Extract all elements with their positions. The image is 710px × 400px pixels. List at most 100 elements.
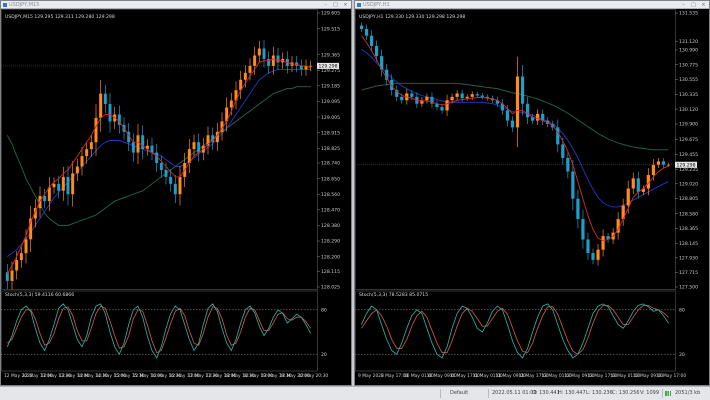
price-axis-label: 128.200: [321, 254, 340, 260]
candle-body: [465, 96, 469, 99]
moving-average-mid: [7, 68, 311, 258]
moving-average-mid: [361, 48, 669, 208]
maximize-icon[interactable]: □: [690, 1, 697, 9]
candle-body: [243, 72, 247, 80]
indicator-level-label: 20: [679, 352, 685, 358]
chart-symbol-info: USDJPY,M15 129.295 129.311 129.280 129.2…: [5, 14, 115, 20]
candle-body: [445, 100, 449, 111]
candle-body: [586, 239, 590, 254]
indicator-label: Stoch(5,3,3) 59.4116 60.6866: [5, 292, 74, 298]
candle-body: [43, 195, 47, 202]
indicator-level-label: 80: [679, 308, 685, 314]
candle-body: [257, 48, 261, 56]
price-axis-label: 129.675: [679, 137, 698, 143]
maximize-icon[interactable]: □: [332, 1, 339, 9]
price-axis-label: 131.120: [679, 39, 698, 45]
price-axis-label: 130.555: [679, 77, 698, 83]
price-axis-label: 128.805: [679, 196, 698, 202]
price-axis-label: 128.380: [321, 223, 340, 229]
chart-plot-area[interactable]: 131.535 131.120 130.990 130.775 130.555 130.3…: [355, 9, 709, 385]
price-axis-label: 128.560: [321, 192, 340, 198]
moving-average-slow: [6, 86, 311, 226]
price-axis-label: 128.740: [321, 161, 340, 167]
chart-window-h1[interactable]: USDJPY,H1 – □ × 131.535 131.120 130.990 130…: [354, 0, 710, 386]
candle-body: [470, 94, 474, 97]
candle-body: [581, 219, 585, 240]
price-axis-label: 129.605: [321, 11, 340, 17]
chart-window-titlebar[interactable]: USDJPY,M15 – □ ×: [1, 1, 351, 9]
close-icon[interactable]: ×: [700, 1, 707, 9]
candle-body: [375, 45, 379, 57]
close-icon[interactable]: ×: [342, 1, 349, 9]
price-axis-label: 130.335: [679, 92, 698, 98]
indicator-frame: [1, 290, 318, 372]
time-axis-label: 13 May 17:00: [656, 373, 686, 379]
chart-window-title: USDJPY,H1: [363, 2, 390, 8]
status-bar: Default 2022.05.11 01:00 O: 130.441 H: 1…: [0, 386, 710, 400]
candle-body: [61, 176, 65, 191]
indicator-level-label: 80: [321, 308, 327, 314]
status-low: L: 130.236: [586, 390, 613, 396]
candle-body: [525, 103, 530, 118]
price-axis-label: 127.715: [679, 270, 698, 276]
main-chart-frame: [355, 9, 676, 290]
chart-icon: [3, 3, 7, 7]
candle-body: [80, 156, 84, 167]
candle-body: [364, 28, 369, 36]
candle-body: [262, 48, 266, 59]
candle-body: [601, 236, 605, 250]
candle-body: [276, 55, 280, 63]
price-axis-label: 128.290: [321, 239, 340, 245]
candle-body: [19, 253, 23, 261]
candle-body: [515, 76, 520, 128]
current-price-label: 129.298: [319, 64, 338, 70]
candle-body: [541, 113, 545, 121]
price-axis-label: 128.145: [679, 241, 698, 247]
candle-body: [271, 55, 275, 66]
candle-body: [455, 93, 459, 97]
candle-body: [103, 93, 107, 105]
minimize-icon[interactable]: –: [322, 1, 329, 9]
candle-body: [99, 93, 103, 118]
status-profile[interactable]: Default: [450, 387, 468, 400]
candle-body: [141, 135, 145, 150]
price-axis-label: 129.095: [321, 99, 340, 105]
candle-body: [576, 198, 580, 220]
time-axis-label: 12 May 20:30: [298, 373, 328, 379]
chart-symbol-info: USDJPY,H1 129.330 129.330 129.298 129.29…: [359, 14, 465, 20]
status-traffic: 2051/3 kb: [675, 390, 701, 396]
price-axis-label: 128.470: [321, 208, 340, 214]
candle-body: [229, 100, 233, 108]
minimize-icon[interactable]: –: [680, 1, 687, 9]
candle-body: [299, 65, 303, 70]
status-close: C: 130.256: [612, 390, 640, 396]
chart-window-titlebar[interactable]: USDJPY,H1 – □ ×: [355, 1, 709, 9]
candle-body: [591, 253, 595, 260]
price-axis-label: 129.455: [679, 152, 698, 158]
candle-body: [89, 142, 93, 150]
price-axis-label: 130.120: [679, 107, 698, 113]
candle-body: [480, 95, 484, 97]
candle-body: [108, 104, 112, 122]
price-axis-label: 127.500: [679, 285, 698, 291]
candle-body: [253, 55, 257, 66]
price-axis-label: 127.930: [679, 256, 698, 262]
connection-status-icon[interactable]: [665, 391, 671, 396]
status-high: H: 130.447: [558, 390, 586, 396]
candle-body: [636, 178, 640, 192]
chart-plot-area[interactable]: 129.605129.515129.365129.275129.185129.0…: [1, 9, 351, 385]
chart-icon: [357, 3, 361, 7]
status-datetime: 2022.05.11 01:00: [492, 390, 537, 396]
price-axis-label: 128.025: [321, 285, 340, 291]
candle-body: [536, 113, 540, 121]
candle-body: [359, 25, 364, 29]
candle-body: [169, 176, 173, 184]
candle-body: [520, 76, 525, 104]
chart-window-m15[interactable]: USDJPY,M15 – □ × 129.605 129.515 129.365 12…: [0, 0, 352, 386]
status-volume: V: 1099: [640, 390, 660, 396]
candle-body: [571, 171, 575, 199]
candle-body: [248, 65, 252, 73]
candle-body: [10, 270, 14, 281]
price-axis-label: 129.005: [321, 115, 340, 121]
candle-body: [57, 183, 61, 191]
